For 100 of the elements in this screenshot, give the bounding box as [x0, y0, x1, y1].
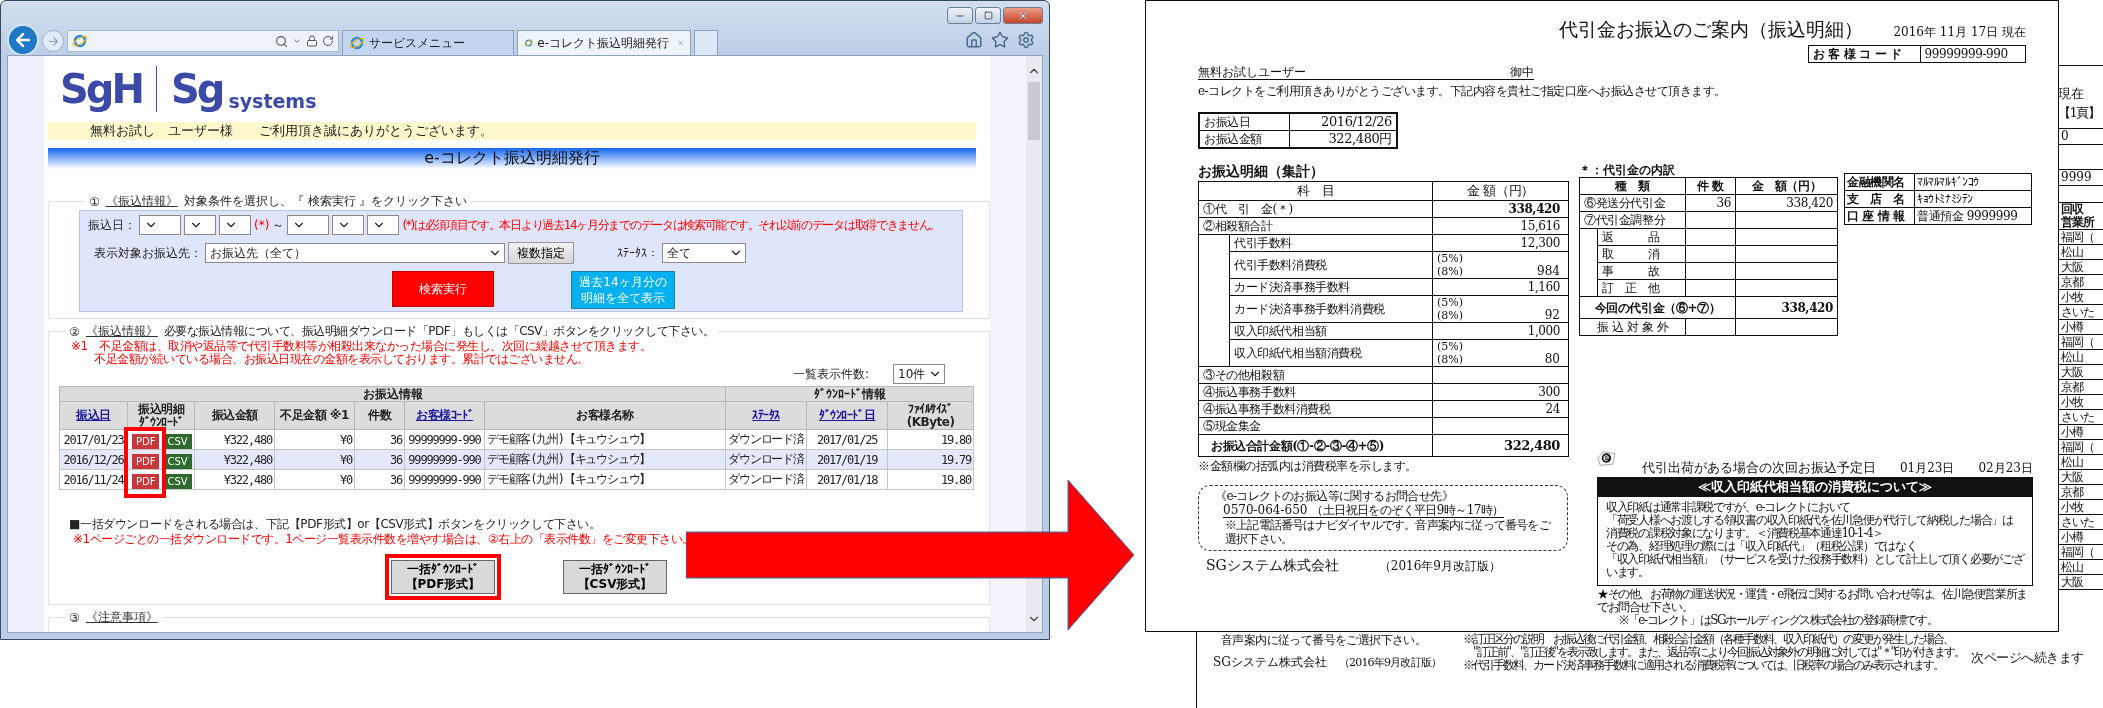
table-cell: お振込日	[1199, 113, 1290, 131]
table-cell: 収入印紙代相当額	[1229, 322, 1433, 340]
amount-value: 984	[1537, 264, 1560, 278]
section-link[interactable]: 《注意事項》	[85, 609, 158, 626]
favorites-star-icon[interactable]	[991, 31, 1009, 49]
page-size-select[interactable]: 10件	[893, 364, 945, 384]
close-button[interactable]	[1003, 7, 1043, 24]
amount-cell: 24	[1432, 400, 1569, 418]
lock-icon	[306, 35, 318, 47]
browser-tab[interactable]: サービスメニュー	[342, 30, 514, 55]
address-bar[interactable]	[67, 30, 339, 52]
tax-rate-label: (5%)	[1437, 340, 1464, 353]
table-cell: 訂 正 他	[1597, 279, 1686, 297]
field-label: 表示対象お振込先：	[94, 244, 202, 262]
statement-title: 代引金お振込のご案内（振込明細）	[1559, 17, 1864, 42]
amount-value: 92	[1544, 308, 1560, 322]
multi-select-button[interactable]: 複数指定	[508, 242, 574, 264]
continued-label: 次ページへ続きます	[1971, 649, 2084, 667]
new-tab-button[interactable]	[694, 30, 718, 55]
table-cell: 支 店 名	[1844, 190, 1915, 208]
table-cell: ④振込事務手数料消費税	[1198, 400, 1433, 418]
table-cell: 代引手数料	[1229, 234, 1433, 252]
notice-text: その為、経理処理の際には「収入印紙代」（租税公課）ではなく	[1606, 540, 1917, 553]
footnote: ※訂正区分の説明 お振込後に代引金額、相殺合計金額（各種手数料、収入印紙代）の変更が発生した場合、	[1463, 633, 1954, 646]
section-link[interactable]: 《振込情報》	[105, 193, 178, 210]
bulk-download-note: ■一括ダウンロードをされる場合は、下記【PDF形式】or【CSV形式】ボタンをクリックして下さい。	[69, 516, 602, 533]
column-header: 種 類	[1579, 177, 1686, 195]
table-cell: ﾏﾙﾏﾙﾏﾙｷﾞﾝｺｳ	[1914, 173, 2032, 191]
next-transfer-date: 01月23日	[1899, 461, 1955, 475]
logo-mark: Sg	[170, 66, 223, 112]
contact-hours: （土日祝日をのぞく平日9時～17時）	[1311, 503, 1504, 517]
count-cell: 36	[1685, 194, 1736, 212]
section-number: ③	[69, 610, 80, 625]
year-select[interactable]	[139, 215, 181, 235]
home-icon[interactable]	[965, 31, 983, 49]
back-button[interactable]	[7, 24, 39, 56]
addressee: 無料お試しユーザー	[1198, 65, 1306, 79]
welcome-banner: 無料お試し ユーザー様 ご利用頂き誠にありがとうございます。	[48, 122, 976, 140]
day-select[interactable]	[367, 215, 400, 235]
tax-rate-label: (5%)	[1437, 296, 1464, 309]
amount-cell: 338,420	[1735, 194, 1838, 212]
pdf-download-button[interactable]: PDF	[132, 474, 160, 489]
refresh-icon[interactable]	[322, 35, 334, 47]
contact-note: ※上記電話番号はナビダイヤルです。音声案内に従って番号をご選択下さい。	[1225, 518, 1552, 546]
table-cell: 口 座 情 報	[1844, 207, 1915, 225]
month-select[interactable]	[184, 215, 216, 235]
footnote: ※「e-コレクト」はSGホールディングス株式会社の登録商標です。	[1618, 614, 1939, 627]
bulk-download-button[interactable]: 一括ﾀﾞｳﾝﾛｰﾄﾞ 【PDF形式】	[391, 560, 495, 594]
table-cell: カード決済事務手数料消費税	[1229, 295, 1433, 323]
required-mark: (*)	[254, 218, 270, 232]
search-icon[interactable]	[275, 34, 288, 48]
month-select[interactable]	[332, 215, 365, 235]
amount-cell: 1,160	[1432, 278, 1569, 296]
minimize-button[interactable]	[947, 7, 973, 24]
forward-button[interactable]	[42, 30, 64, 52]
settings-icon[interactable]	[1017, 31, 1035, 49]
tax-rate-label: (8%)	[1437, 353, 1464, 366]
warning-note: 不足金額が続いている場合、お振込日現在の金額を表示しております。累計ではございません。	[93, 353, 589, 366]
table-cell: 代引手数料消費税	[1229, 251, 1433, 279]
sort-link-header[interactable]: ｽﾃｰﾀｽ	[725, 401, 807, 430]
section-instruction: 対象条件を選択し、『 検索実行 』をクリック下さい	[183, 193, 468, 210]
day-select[interactable]	[219, 215, 251, 235]
browser-tab[interactable]: e-コレクト振込明細発行	[517, 30, 691, 55]
tax-rate-label: (8%)	[1437, 265, 1464, 278]
table-cell: カード決済事務手数料	[1229, 278, 1433, 296]
table-cell: ⑥発送分代引金	[1579, 194, 1686, 212]
maximize-button[interactable]	[975, 7, 1001, 24]
table-cell: ④振込事務手数料	[1198, 383, 1433, 401]
column-header: ﾌｧｲﾙｻｲｽﾞ (KByte)	[887, 401, 974, 430]
search-button[interactable]: 検索実行	[392, 271, 494, 307]
section-link[interactable]: 《振込情報》	[85, 323, 158, 340]
subtotal-label: 今回の代引金（⑥+⑦）	[1579, 296, 1736, 319]
amount-cell: 12,300	[1432, 234, 1569, 252]
honorific: 御中	[1510, 65, 1534, 79]
breakdown-title: ＊：代引金の内訳	[1579, 163, 1676, 177]
payee-select[interactable]: お振込先（全て）	[205, 243, 505, 263]
column-group-header: お振込情報	[59, 386, 726, 402]
year-select[interactable]	[287, 215, 330, 235]
amount-cell: 1,000	[1432, 322, 1569, 340]
pdf-download-button[interactable]: PDF	[132, 454, 160, 469]
table-cell: 返 品	[1597, 228, 1686, 246]
company-name: SGシステム株式会社	[1213, 655, 1327, 669]
sort-link-header[interactable]: 振込日	[59, 401, 128, 430]
arrow-right-icon	[46, 34, 60, 48]
dropdown-icon[interactable]	[292, 36, 302, 46]
bulk-download-button[interactable]: 一括ﾀﾞｳﾝﾛｰﾄﾞ 【CSV形式】	[563, 560, 667, 594]
footnote: "訂正前"、"訂正後"を表示致します。また、返品等により今回振込対象外の明細に対しては"＊"印が付きます。	[1473, 646, 1965, 659]
status-select[interactable]: 全て	[662, 243, 746, 263]
table-cell: 取 消	[1597, 245, 1686, 263]
column-header: 不足金額 ※1	[274, 401, 355, 430]
scroll-thumb[interactable]	[1028, 82, 1040, 140]
pdf-download-button[interactable]: PDF	[132, 434, 160, 449]
table-note: ※金額欄の括弧内は消費税率を示します。	[1198, 459, 1418, 473]
sort-link-header[interactable]: ﾀﾞｳﾝﾛｰﾄﾞ日	[806, 401, 888, 430]
table-cell: ｷｮｳﾄﾐﾅﾐｼﾃﾝ	[1914, 190, 2032, 208]
section-instruction: 必要な振込情報について、振込明細ダウンロード「PDF」もしくは「CSV」ボタンをクリックして下さい。	[163, 323, 715, 340]
globe-swoosh-icon	[72, 33, 88, 49]
next-transfer-date: 02月23日	[1978, 461, 2033, 475]
logo-wordmark: systems	[228, 90, 317, 112]
amount-cell: 338,420	[1432, 200, 1569, 218]
